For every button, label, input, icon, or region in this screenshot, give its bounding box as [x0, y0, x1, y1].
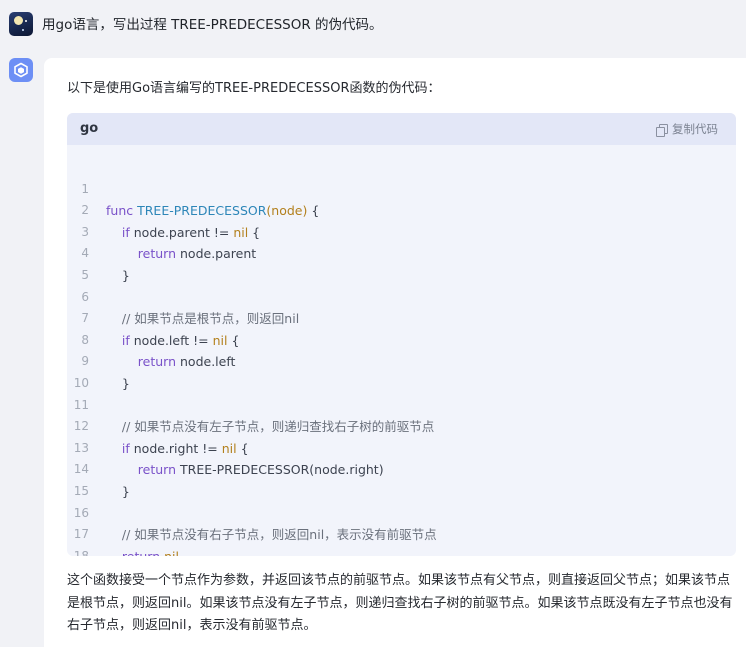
code-token: nil: [160, 549, 179, 556]
code-line: 17 return nil: [67, 503, 736, 556]
code-line: 13 return TREE-PREDECESSOR(node.right): [67, 416, 736, 478]
code-line: 3 return node.parent: [67, 200, 736, 262]
code-line: 12 if node.right != nil {: [67, 395, 736, 456]
answer-intro: 以下是使用Go语言编写的TREE-PREDECESSOR函数的伪代码：: [67, 81, 441, 96]
copy-code-button[interactable]: 复制代码: [656, 121, 718, 137]
code-line: 18 }: [67, 524, 736, 556]
code-header: go 复制代码: [67, 113, 736, 145]
code-line: 1 func TREE-PREDECESSOR(node) {: [67, 157, 736, 219]
code-line: 9 }: [67, 330, 736, 391]
user-message-row: 用go语言，写出过程 TREE-PREDECESSOR 的伪代码。: [0, 0, 746, 52]
code-line: 2 if node.parent != nil {: [67, 179, 736, 240]
copy-code-label: 复制代码: [672, 122, 718, 136]
code-block: go 复制代码 1 func TREE-PREDECESSOR(node) { …: [67, 113, 736, 556]
answer-card: 以下是使用Go语言编写的TREE-PREDECESSOR函数的伪代码： go 复…: [44, 58, 746, 647]
code-line: 16 // 如果节点没有右子节点，则返回nil，表示没有前驱节点: [67, 481, 736, 543]
code-line: 6 // 如果节点是根节点，则返回nil: [67, 265, 736, 327]
user-message-text: 用go语言，写出过程 TREE-PREDECESSOR 的伪代码。: [42, 17, 383, 33]
code-line: 11 // 如果节点没有左子节点，则递归查找右子树的前驱节点: [67, 373, 736, 435]
code-line: 5: [67, 243, 736, 282]
user-avatar: [9, 12, 33, 36]
code-line: 15: [67, 459, 736, 498]
code-line: 10: [67, 351, 736, 390]
code-body: 1 func TREE-PREDECESSOR(node) { 2 if nod…: [67, 157, 736, 556]
code-line: 14 }: [67, 438, 736, 499]
code-language-label: go: [80, 121, 99, 136]
code-line: 8 return node.left: [67, 308, 736, 370]
bot-avatar: [9, 58, 33, 82]
cube-logo-icon: [14, 62, 28, 78]
code-line: 4 }: [67, 222, 736, 283]
line-number: 18: [73, 548, 89, 556]
code-line: 7 if node.left != nil {: [67, 287, 736, 348]
code-token: return: [122, 549, 160, 556]
answer-summary: 这个函数接受一个节点作为参数，并返回该节点的前驱节点。如果该节点有父节点，则直接…: [67, 573, 733, 633]
copy-icon: [656, 123, 668, 137]
